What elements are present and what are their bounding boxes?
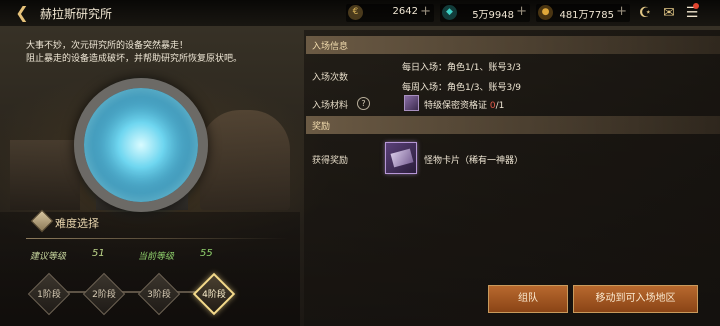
top-bar: ❮ 赫拉斯研究所 € 2642 + ◆ 5万9948 + ● 481万7785 … xyxy=(0,0,720,26)
description-line: 阻止暴走的设备造成破坏，并帮助研究所恢复原状吧。 xyxy=(26,54,243,64)
add-cera-button[interactable]: + xyxy=(516,4,527,19)
gold-coin-icon: € xyxy=(348,5,363,20)
currency-value: 481万7785 xyxy=(559,10,614,21)
entry-material-label: 入场材料 xyxy=(312,101,349,111)
material-required-count: /1 xyxy=(495,101,505,111)
daily-entry-text: 每日入场：角色1/1、账号3/3 xyxy=(402,63,521,73)
currency-value: 2642 xyxy=(392,6,418,17)
difficulty-title: 难度选择 xyxy=(55,217,99,230)
add-coin-button[interactable]: + xyxy=(616,4,627,19)
stage-label: 2阶段 xyxy=(92,290,116,300)
current-level-value: 55 xyxy=(200,248,213,259)
mail-icon[interactable]: ✉ xyxy=(660,4,678,22)
back-arrow-icon[interactable]: ❮ xyxy=(12,3,32,23)
currency-cera: ◆ 5万9948 + xyxy=(440,4,530,22)
entry-count-label: 入场次数 xyxy=(312,73,349,83)
dungeon-info-panel xyxy=(304,30,720,326)
reward-item-name: 怪物卡片（稀有一神器） xyxy=(424,156,524,166)
currency-value: 5万9948 xyxy=(472,10,514,21)
add-gold-button[interactable]: + xyxy=(420,4,431,19)
stage-4-button[interactable]: 4阶段 xyxy=(192,272,236,316)
stage-3-button[interactable]: 3阶段 xyxy=(137,272,181,316)
stage-label: 3阶段 xyxy=(147,290,171,300)
page-title: 赫拉斯研究所 xyxy=(40,7,113,21)
current-level-label: 当前等级 xyxy=(138,252,175,262)
material-text: 特级保密资格证 0/1 xyxy=(424,98,504,111)
entry-info-header: 入场信息 xyxy=(306,36,720,54)
machinery-left xyxy=(10,140,80,210)
cera-gem-icon: ◆ xyxy=(442,5,457,20)
reward-title: 奖励 xyxy=(312,122,331,132)
stage-2-button[interactable]: 2阶段 xyxy=(82,272,126,316)
stage-label: 4阶段 xyxy=(202,290,226,300)
card-graphic xyxy=(390,148,414,168)
dungeon-description: 大事不妙，次元研究所的设备突然暴走！ 阻止暴走的设备造成破坏，并帮助研究所恢复原… xyxy=(26,40,296,66)
material-name: 特级保密资格证 xyxy=(424,101,488,111)
recommended-level-value: 51 xyxy=(92,248,105,259)
party-button[interactable]: 组队 xyxy=(488,285,568,313)
help-icon[interactable]: ? xyxy=(357,97,370,110)
move-to-entry-area-button[interactable]: 移动到可入场地区 xyxy=(573,285,698,313)
entry-info-title: 入场信息 xyxy=(312,42,349,52)
machinery-right xyxy=(200,110,290,210)
stage-1-button[interactable]: 1阶段 xyxy=(27,272,71,316)
dimension-portal-image xyxy=(74,78,208,212)
recommended-level-label: 建议等级 xyxy=(30,252,67,262)
currency-coin: ● 481万7785 + xyxy=(536,4,630,22)
certificate-item-icon[interactable] xyxy=(404,95,419,111)
notification-dot xyxy=(693,3,699,9)
reward-header: 奖励 xyxy=(306,116,720,134)
stage-label: 1阶段 xyxy=(37,290,61,300)
weekly-entry-text: 每周入场：角色1/3、账号3/9 xyxy=(402,83,521,93)
monster-card-icon[interactable] xyxy=(385,142,417,174)
divider xyxy=(26,238,288,239)
reward-label: 获得奖励 xyxy=(312,156,349,166)
coin-icon: ● xyxy=(538,5,553,20)
cake-icon[interactable]: ☪ xyxy=(636,4,654,22)
description-line: 大事不妙，次元研究所的设备突然暴走！ xyxy=(26,41,189,51)
currency-gold: € 2642 + xyxy=(346,4,434,22)
